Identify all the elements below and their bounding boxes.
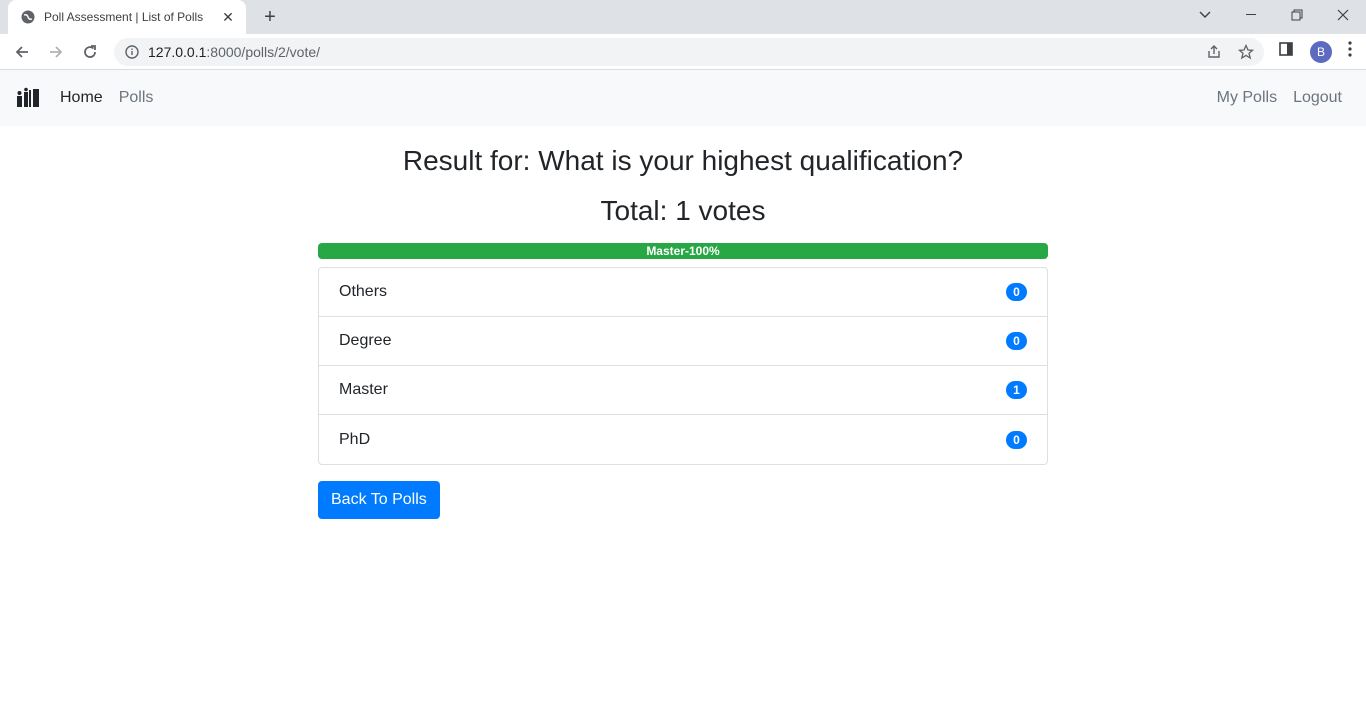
list-item: Others 0 — [319, 268, 1047, 317]
address-bar[interactable]: 127.0.0.1:8000/polls/2/vote/ — [114, 37, 1264, 66]
reload-icon[interactable] — [74, 36, 106, 68]
tab-search-icon[interactable] — [1182, 0, 1228, 30]
share-icon[interactable] — [1206, 44, 1222, 65]
list-item: Master 1 — [319, 366, 1047, 415]
url-host: 127.0.0.1 — [148, 43, 207, 60]
side-panel-icon[interactable] — [1278, 41, 1294, 62]
site-navbar: Home Polls My Polls Logout — [0, 70, 1366, 126]
result-title: Result for: What is your highest qualifi… — [402, 145, 964, 176]
menu-kebab-icon[interactable] — [1348, 41, 1352, 62]
browser-toolbar: 127.0.0.1:8000/polls/2/vote/ B — [0, 34, 1366, 70]
choices-list: Others 0 Degree 0 Master 1 PhD 0 — [318, 267, 1048, 465]
choice-label: PhD — [339, 430, 371, 448]
choice-label: Others — [339, 283, 388, 300]
progress-bar-master: Master-100% — [318, 243, 1048, 259]
bookmark-star-icon[interactable] — [1237, 43, 1255, 65]
list-item: PhD 0 — [319, 415, 1047, 464]
browser-tab[interactable]: Poll Assessment | List of Polls ✕ — [8, 0, 246, 34]
choice-label: Degree — [339, 332, 392, 349]
choice-label: Master — [339, 381, 388, 398]
back-to-polls-button[interactable]: Back To Polls — [318, 481, 440, 519]
vote-count-badge: 1 — [1006, 381, 1027, 399]
vote-count-badge: 0 — [1006, 332, 1027, 350]
globe-icon — [20, 9, 36, 25]
result-progress: Master-100% — [318, 243, 1048, 259]
profile-avatar[interactable]: B — [1310, 40, 1332, 63]
main-content: Result for: What is your highest qualifi… — [318, 144, 1048, 519]
list-item: Degree 0 — [319, 317, 1047, 366]
brand-logo-icon[interactable] — [16, 86, 40, 110]
nav-polls-link[interactable]: Polls — [119, 89, 154, 107]
total-votes: Total: 1 votes — [600, 195, 766, 226]
new-tab-icon[interactable]: + — [258, 5, 282, 29]
close-window-icon[interactable] — [1320, 0, 1366, 30]
nav-my-polls-link[interactable]: My Polls — [1217, 89, 1277, 107]
restore-icon[interactable] — [1274, 0, 1320, 30]
url-path: :8000/polls/2/vote/ — [206, 43, 321, 60]
back-icon[interactable] — [6, 36, 38, 68]
tab-title: Poll Assessment | List of Polls — [44, 10, 204, 24]
vote-count-badge: 0 — [1006, 283, 1027, 301]
minimize-icon[interactable] — [1228, 0, 1274, 30]
vote-count-badge: 0 — [1006, 430, 1027, 449]
url-text: 127.0.0.1:8000/polls/2/vote/ — [148, 44, 320, 60]
nav-logout-link[interactable]: Logout — [1293, 89, 1342, 107]
tab-close-icon[interactable]: ✕ — [220, 9, 236, 25]
browser-tabbar: Poll Assessment | List of Polls ✕ + — [0, 0, 1366, 34]
forward-icon[interactable] — [40, 36, 72, 68]
nav-home-link[interactable]: Home — [60, 89, 103, 107]
info-icon[interactable] — [124, 44, 140, 60]
